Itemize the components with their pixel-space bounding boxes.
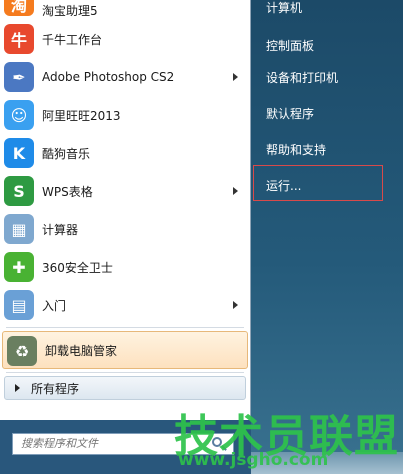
kugou-icon: K [4, 138, 34, 168]
search-bar [0, 420, 251, 474]
right-menu-item[interactable]: 设备和打印机 [261, 62, 391, 92]
menu-separator [6, 372, 244, 373]
program-item[interactable]: ♻ 卸载电脑管家 [2, 331, 248, 369]
getting-started-icon: ▤ [4, 290, 34, 320]
wps-spreadsheet-icon: S [4, 176, 34, 206]
program-label: 计算器 [42, 222, 79, 237]
program-item[interactable]: ✚ 360安全卫士 [0, 248, 250, 286]
program-label: 淘宝助理5 [42, 3, 98, 18]
submenu-arrow-icon[interactable] [233, 301, 238, 309]
program-label: 千牛工作台 [42, 32, 103, 47]
program-item[interactable]: ☺ 阿里旺旺2013 [0, 96, 250, 134]
program-item[interactable]: ✒ Adobe Photoshop CS2 [0, 58, 250, 96]
program-item[interactable]: ▦ 计算器 [0, 210, 250, 248]
360-security-icon: ✚ [4, 252, 34, 282]
program-label: 阿里旺旺2013 [42, 108, 121, 123]
right-menu-item[interactable]: 帮助和支持 [261, 134, 391, 164]
menu-separator [6, 327, 244, 328]
program-label: Adobe Photoshop CS2 [42, 70, 175, 84]
right-menu-item[interactable]: 默认程序 [261, 98, 391, 128]
qianniu-icon: 牛 [4, 24, 34, 54]
start-menu-links-pane: 计算机 控制面板 设备和打印机 默认程序 帮助和支持 运行... [251, 0, 403, 474]
start-menu-programs-pane: 淘淘宝助理5 牛千牛工作台 ✒ Adobe Photoshop CS2 ☺ 阿里旺旺201… [0, 0, 251, 474]
run-highlight-box [253, 165, 383, 201]
right-menu-item[interactable]: 计算机 [261, 0, 391, 22]
program-item[interactable]: S WPS表格 [0, 172, 250, 210]
program-item[interactable]: 牛千牛工作台 [0, 20, 250, 58]
submenu-arrow-icon[interactable] [233, 73, 238, 81]
program-label: 卸载电脑管家 [45, 343, 118, 358]
calculator-icon: ▦ [4, 214, 34, 244]
program-label: 入门 [42, 298, 67, 313]
program-item[interactable]: K 酷狗音乐 [0, 134, 250, 172]
all-programs-button[interactable]: 所有程序 [4, 376, 246, 400]
program-label: WPS表格 [42, 184, 93, 199]
taskbar-edge [251, 452, 403, 474]
recycle-bin-icon: ♻ [7, 336, 37, 366]
program-label: 360安全卫士 [42, 260, 113, 275]
all-programs-label: 所有程序 [31, 381, 80, 396]
right-menu-item[interactable]: 控制面板 [261, 30, 391, 60]
program-item[interactable]: ▤ 入门 [0, 286, 250, 324]
submenu-arrow-icon[interactable] [233, 187, 238, 195]
aliwangwang-icon: ☺ [4, 100, 34, 130]
program-label: 酷狗音乐 [42, 146, 91, 161]
taobao-assistant-icon: 淘 [4, 0, 34, 16]
program-list: 淘淘宝助理5 牛千牛工作台 ✒ Adobe Photoshop CS2 ☺ 阿里旺旺201… [0, 0, 250, 400]
program-item[interactable]: 淘淘宝助理5 [0, 0, 250, 20]
feather-icon: ✒ [4, 62, 34, 92]
search-icon[interactable] [212, 437, 222, 447]
expand-arrow-icon [15, 384, 20, 392]
search-input[interactable] [12, 433, 234, 455]
